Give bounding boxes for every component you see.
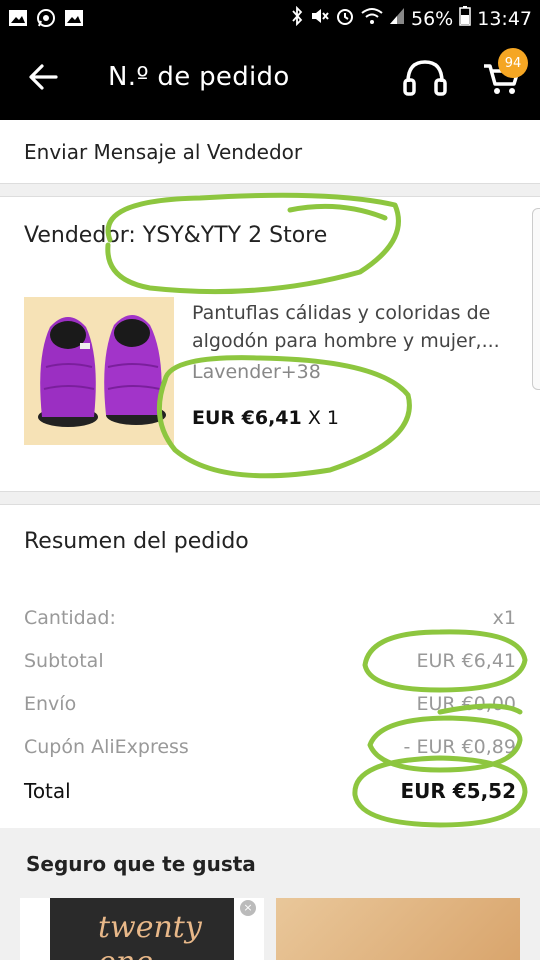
summary-row-total: Total EUR €5,52 — [24, 779, 516, 809]
clock: 13:47 — [477, 7, 532, 30]
recommendations-title: Seguro que te gusta — [26, 852, 256, 876]
recommendation-card[interactable] — [276, 898, 520, 960]
whatsapp-icon — [36, 8, 56, 28]
status-bar: 56% 13:47 — [0, 0, 540, 38]
slippers-image — [24, 297, 174, 445]
customer-service-button[interactable] — [402, 58, 448, 98]
bluetooth-icon — [291, 5, 303, 31]
arrow-back-icon — [29, 64, 58, 90]
order-summary: Resumen del pedido Cantidad: x1 Subtotal… — [0, 504, 540, 828]
side-handle[interactable] — [532, 208, 540, 390]
summary-label: Cupón AliExpress — [24, 736, 189, 758]
back-button[interactable] — [26, 60, 60, 94]
summary-label: Envío — [24, 693, 77, 715]
recommendation-card[interactable]: twenty one × — [20, 898, 264, 960]
message-seller-row[interactable]: Enviar Mensaje al Vendedor — [0, 120, 540, 184]
summary-row-quantity: Cantidad: x1 — [24, 607, 516, 637]
wifi-icon — [361, 7, 383, 30]
total-label: Total — [24, 779, 71, 803]
recommendation-image-text: twenty one — [98, 910, 202, 960]
battery-icon — [459, 6, 471, 31]
battery-percent: 56% — [411, 7, 454, 30]
summary-value: - EUR €0,89 — [403, 736, 516, 758]
notification-icons — [8, 8, 84, 28]
summary-value: EUR €0,00 — [416, 693, 516, 715]
summary-row-shipping: Envío EUR €0,00 — [24, 693, 516, 723]
summary-value: EUR €6,41 — [416, 650, 516, 672]
product-image[interactable] — [24, 297, 174, 445]
page-title: N.º de pedido — [108, 62, 290, 92]
summary-label: Cantidad: — [24, 607, 116, 629]
product-price: EUR €6,41 — [192, 407, 302, 429]
mute-icon — [309, 6, 329, 31]
system-status: 56% 13:47 — [291, 5, 532, 31]
signal-icon — [389, 7, 405, 30]
alarm-icon — [335, 6, 355, 31]
summary-row-subtotal: Subtotal EUR €6,41 — [24, 650, 516, 680]
product-price-line: EUR €6,41 X 1 — [192, 407, 339, 429]
total-value: EUR €5,52 — [400, 779, 516, 803]
product-title[interactable]: Pantuflas cálidas y coloridas de algodón… — [192, 299, 522, 355]
gallery-icon — [64, 8, 84, 28]
recommendations-section: Seguro que te gusta twenty one × — [0, 828, 540, 960]
cart-count-badge: 94 — [498, 48, 528, 78]
summary-value: x1 — [492, 607, 516, 629]
product-variant: Lavender+38 — [192, 361, 321, 383]
app-bar: N.º de pedido 94 — [0, 38, 540, 120]
message-seller-label: Enviar Mensaje al Vendedor — [24, 140, 303, 164]
summary-row-coupon: Cupón AliExpress - EUR €0,89 — [24, 736, 516, 766]
headset-icon — [403, 60, 447, 96]
summary-label: Subtotal — [24, 650, 104, 672]
seller-name[interactable]: Vendedor: YSY&YTY 2 Store — [24, 223, 327, 248]
summary-title: Resumen del pedido — [24, 529, 249, 554]
order-item-card: Vendedor: YSY&YTY 2 Store Pantuflas cáli… — [0, 196, 540, 492]
image-icon — [8, 8, 28, 28]
product-quantity: X 1 — [307, 407, 339, 429]
close-icon[interactable]: × — [240, 900, 256, 916]
